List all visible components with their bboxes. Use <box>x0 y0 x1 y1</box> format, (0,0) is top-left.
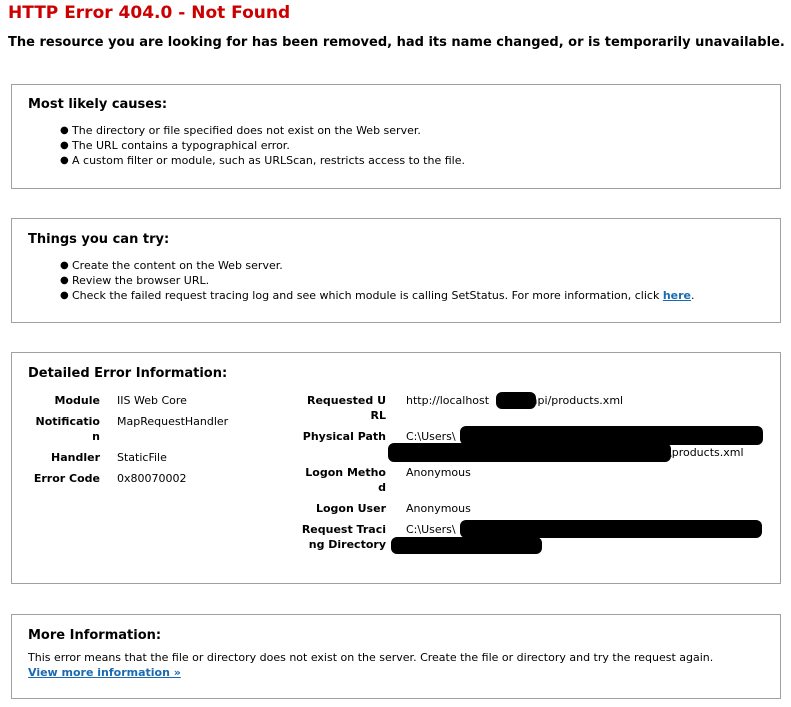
causes-heading: Most likely causes: <box>28 97 168 112</box>
physical-path-value-end: \products.xml <box>668 446 744 459</box>
try-panel: Things you can try: ● Create the content … <box>11 218 781 323</box>
list-item: ● Check the failed request tracing log an… <box>60 289 695 302</box>
causes-panel: Most likely causes: ● The directory or fi… <box>11 84 781 189</box>
handler-value: StaticFile <box>117 451 167 464</box>
tracing-help-link[interactable]: here <box>663 289 691 302</box>
logon-method-label: Logon Method <box>305 466 386 494</box>
module-label: Module <box>54 394 100 407</box>
notification-value: MapRequestHandler <box>117 415 229 428</box>
error-subtitle: The resource you are looking for has bee… <box>8 35 785 50</box>
physical-path-value: C:\Users\ <box>406 430 456 443</box>
redaction <box>496 392 536 409</box>
tracing-dir-label: Request Tracing Directory <box>301 523 386 551</box>
list-item: ● The URL contains a typographical error. <box>60 139 290 152</box>
redaction <box>391 537 542 554</box>
try-heading: Things you can try: <box>28 232 170 247</box>
try-list: ● Create the content on the Web server. ●… <box>60 258 695 303</box>
bullet-icon: ● <box>60 260 69 271</box>
bullet-icon: ● <box>60 125 69 136</box>
causes-list: ● The directory or file specified does no… <box>60 123 465 168</box>
list-item: ● Review the browser URL. <box>60 274 210 287</box>
handler-label: Handler <box>51 451 100 464</box>
requested-url-label: Requested URL <box>307 394 386 422</box>
view-more-info-link[interactable]: View more information » <box>28 665 181 680</box>
redaction <box>460 520 762 538</box>
physical-path-label: Physical Path <box>302 430 386 443</box>
logon-user-label: Logon User <box>315 502 386 515</box>
details-panel: Detailed Error Information: Module IIS W… <box>11 352 781 584</box>
redaction <box>388 443 671 462</box>
list-item: ● Create the content on the Web server. <box>60 259 283 272</box>
list-item: ● A custom filter or module, such as URLS… <box>60 154 465 167</box>
tracing-dir-value: C:\Users\ <box>406 523 456 536</box>
bullet-icon: ● <box>60 290 69 301</box>
error-code-label: Error Code <box>33 472 100 485</box>
module-value: IIS Web Core <box>117 394 187 407</box>
bullet-icon: ● <box>60 275 69 286</box>
bullet-icon: ● <box>60 140 69 151</box>
details-heading: Detailed Error Information: <box>28 366 228 381</box>
more-info-heading: More Information: <box>28 628 162 643</box>
logon-method-value: Anonymous <box>406 466 471 479</box>
error-title: HTTP Error 404.0 - Not Found <box>8 3 291 23</box>
logon-user-value: Anonymous <box>406 502 471 515</box>
notification-label: Notification <box>35 415 100 443</box>
more-info-panel: More Information: This error means that … <box>11 614 781 699</box>
list-item: ● The directory or file specified does no… <box>60 124 421 137</box>
error-code-value: 0x80070002 <box>117 472 187 485</box>
more-info-text: This error means that the file or direct… <box>28 651 714 664</box>
bullet-icon: ● <box>60 155 69 166</box>
